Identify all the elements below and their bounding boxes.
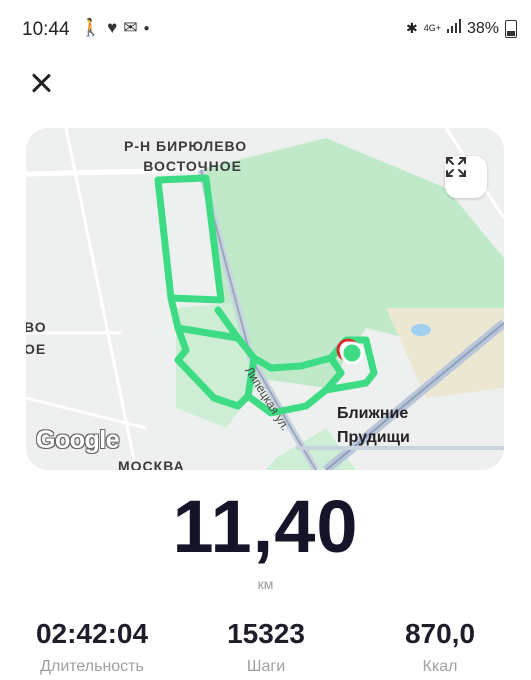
steps-label: Шаги xyxy=(246,658,286,675)
calories-label: Ккал xyxy=(422,658,458,675)
bluetooth-icon: ✱ xyxy=(405,20,418,36)
duration-label: Длительность xyxy=(40,658,144,675)
status-right: ✱ 4G+ 38% xyxy=(406,19,517,38)
calories-value: 870,0 xyxy=(404,618,476,649)
map-label-village: Ближние Прудищи xyxy=(337,402,410,450)
status-bar: 10:44 🚶 ♥ ✉ ● ✱ 4G+ 38% xyxy=(0,0,531,60)
expand-icon xyxy=(446,157,466,177)
district-line-2: ВОСТОЧНОЕ xyxy=(143,158,242,174)
map-label-west: ВО ОЕ xyxy=(26,316,47,360)
battery-percent: 38% xyxy=(466,19,499,37)
battery-icon xyxy=(505,19,517,38)
west-line-2: ОЕ xyxy=(26,341,47,357)
more-dot-icon: ● xyxy=(143,22,150,34)
stat-duration: 02:42:04 Длительность xyxy=(22,618,162,676)
heart-icon: ♥ xyxy=(107,18,118,37)
stat-calories: 870,0 Ккал xyxy=(370,618,510,676)
network-type: 4G+ xyxy=(423,23,441,33)
village-line-2: Прудищи xyxy=(337,429,410,446)
district-line-1: Р-Н БИРЮЛЕВО xyxy=(124,138,248,154)
distance-value: 11,40 xyxy=(172,485,359,568)
distance-unit: км xyxy=(257,576,274,592)
google-logo: Google xyxy=(36,426,120,454)
duration-value: 02:42:04 xyxy=(35,618,149,649)
map-label-moscow: МОСКВА xyxy=(118,458,185,470)
close-button[interactable] xyxy=(26,68,56,98)
expand-map-button[interactable] xyxy=(445,156,487,198)
mail-icon: ✉ xyxy=(123,18,138,37)
signal-icon xyxy=(446,19,461,38)
map-label-district: Р-Н БИРЮЛЕВО ВОСТОЧНОЕ xyxy=(124,136,247,176)
status-time: 10:44 xyxy=(22,19,70,40)
village-line-1: Ближние xyxy=(337,405,409,422)
steps-value: 15323 xyxy=(227,618,305,649)
finish-marker xyxy=(340,341,364,365)
notification-icons: 🚶 ♥ ✉ ● xyxy=(80,18,150,38)
walking-icon: 🚶 xyxy=(80,18,102,37)
stat-steps: 15323 Шаги xyxy=(196,618,336,676)
map-canvas xyxy=(26,128,504,470)
route-map[interactable]: Р-Н БИРЮЛЕВО ВОСТОЧНОЕ ВО ОЕ Липецкая ул… xyxy=(26,128,504,470)
west-line-1: ВО xyxy=(26,319,47,335)
